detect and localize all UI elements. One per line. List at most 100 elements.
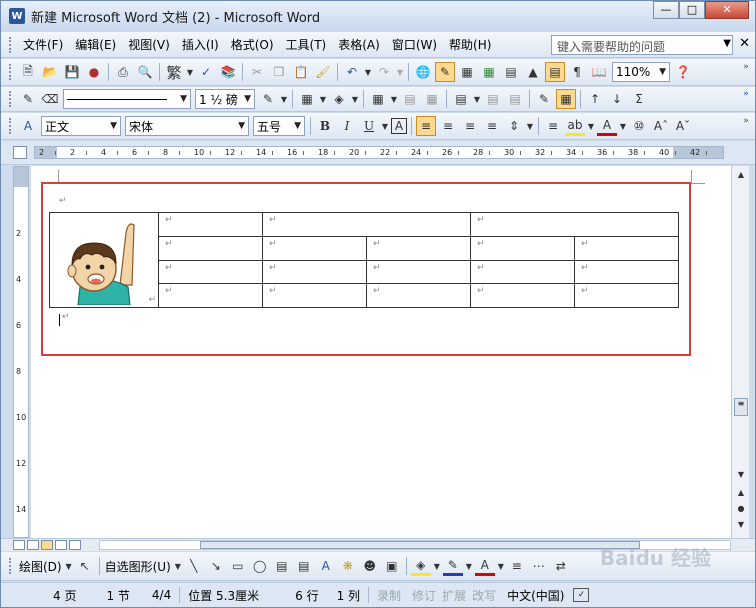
sort-ascending-icon[interactable]: ↑ — [585, 89, 605, 109]
align-right-icon[interactable]: ≡ — [460, 116, 480, 136]
toolbar-grip[interactable] — [9, 118, 12, 134]
show-hide-icon[interactable]: ¶ — [567, 62, 587, 82]
oval-icon[interactable]: ◯ — [250, 556, 270, 576]
menu-format[interactable]: 格式(O) — [225, 36, 280, 53]
dash-style-icon[interactable]: ⋯ — [529, 556, 549, 576]
spelling-status-icon[interactable]: ✓ — [573, 588, 590, 602]
document-page[interactable]: ↵ ↵ ↵ ↵ ↵ ↵ ↵ ↵ ↵ ↵ ↵ ↵ ↵ ↵ ↵ ↵ ↵ ↵ ↵ ↵ … — [31, 166, 731, 538]
chevron-down-icon[interactable]: ▼ — [659, 67, 666, 77]
chevron-down-icon[interactable]: ▼ — [433, 556, 441, 576]
fill-color-icon[interactable]: ◈ — [410, 556, 431, 576]
toolbar-grip[interactable] — [9, 558, 12, 574]
normal-view-icon[interactable] — [13, 540, 25, 550]
cartoon-boy-image[interactable] — [54, 215, 154, 305]
menu-window[interactable]: 窗口(W) — [386, 36, 443, 53]
italic-button[interactable]: I — [337, 116, 357, 136]
table-cell[interactable]: ↵ — [470, 212, 679, 237]
menu-view[interactable]: 视图(V) — [122, 36, 176, 53]
grow-font-icon[interactable]: Aˆ — [651, 116, 671, 136]
next-page-icon[interactable]: ▼ — [734, 518, 748, 532]
arrow-style-icon[interactable]: ⇄ — [551, 556, 571, 576]
cut-icon[interactable]: ✂ — [247, 62, 267, 82]
table-cell[interactable]: ↵ — [262, 235, 367, 261]
web-layout-view-icon[interactable] — [27, 540, 39, 550]
hyperlink-icon[interactable]: 🌐 — [413, 62, 433, 82]
table-cell[interactable]: ↵ — [158, 259, 263, 285]
line-spacing-icon[interactable]: ⇕ — [504, 116, 524, 136]
character-border-button[interactable]: A — [391, 118, 407, 134]
chevron-down-icon[interactable]: ▼ — [526, 116, 534, 136]
paste-icon[interactable]: 📋 — [291, 62, 311, 82]
print-layout-view-icon[interactable] — [41, 540, 53, 550]
font-color-icon[interactable]: A — [474, 556, 495, 576]
spelling-icon[interactable]: ✓ — [196, 62, 216, 82]
underline-button[interactable]: U — [359, 116, 379, 136]
previous-page-icon[interactable]: ▲ — [734, 486, 748, 500]
picture-icon[interactable]: ▣ — [382, 556, 402, 576]
ruler-scale[interactable]: 2 2 4 6 8 10 12 14 16 18 20 22 24 26 28 30 32 34 36 38 40 42 — [34, 146, 724, 159]
font-color-icon[interactable]: A — [597, 116, 617, 136]
status-extend[interactable]: 扩展 — [439, 587, 469, 604]
scroll-up-icon[interactable]: ▲ — [734, 168, 748, 182]
draw-menu[interactable]: 绘图(D) — [17, 558, 64, 575]
print-icon[interactable]: ⎙ — [113, 62, 133, 82]
help-search-input[interactable]: 键入需要帮助的问题 — [551, 35, 733, 55]
tab-selector-icon[interactable] — [13, 146, 27, 159]
sort-descending-icon[interactable]: ↓ — [607, 89, 627, 109]
table-cell[interactable]: ↵ — [366, 235, 471, 261]
status-record[interactable]: 录制 — [369, 587, 409, 604]
outline-view-icon[interactable] — [55, 540, 67, 550]
chevron-down-icon[interactable]: ▼ — [723, 38, 731, 49]
zoom-combo[interactable]: 110% ▼ — [612, 62, 670, 82]
chevron-down-icon[interactable]: ▼ — [587, 116, 595, 136]
chevron-down-icon[interactable]: ▼ — [364, 62, 372, 82]
borders-icon[interactable]: ▦ — [297, 89, 317, 109]
select-objects-icon[interactable]: ↖ — [75, 556, 95, 576]
font-combo[interactable]: 宋体 ▼ — [125, 116, 249, 136]
eraser-icon[interactable]: ⌫ — [40, 89, 60, 109]
status-overtype[interactable]: 改写 — [469, 587, 499, 604]
menu-help[interactable]: 帮助(H) — [443, 36, 497, 53]
chevron-down-icon[interactable]: ▼ — [473, 89, 481, 109]
table-cell[interactable]: ↵ — [366, 259, 471, 285]
chevron-down-icon[interactable]: ▼ — [244, 94, 251, 104]
toolbar-options-icon[interactable]: » — [740, 116, 752, 136]
tables-borders-icon[interactable]: ✎ — [435, 62, 455, 82]
menu-insert[interactable]: 插入(I) — [176, 36, 225, 53]
chevron-down-icon[interactable]: ▼ — [238, 121, 245, 131]
autosum-icon[interactable]: Σ — [629, 89, 649, 109]
line-color-icon[interactable]: ✎ — [442, 556, 463, 576]
justify-icon[interactable]: ≡ — [482, 116, 502, 136]
save-icon[interactable]: 💾 — [62, 62, 82, 82]
drawing-icon[interactable]: ▲ — [523, 62, 543, 82]
format-painter-icon[interactable]: 🖌 — [313, 62, 333, 82]
chevron-down-icon[interactable]: ▼ — [186, 62, 194, 82]
shrink-font-icon[interactable]: Aˇ — [673, 116, 693, 136]
insert-table-icon[interactable]: ▦ — [457, 62, 477, 82]
wordart-icon[interactable]: A — [316, 556, 336, 576]
research-icon[interactable]: 📚 — [218, 62, 238, 82]
chevron-down-icon[interactable]: ▼ — [294, 121, 301, 131]
chevron-down-icon[interactable]: ▼ — [174, 556, 182, 576]
menu-table[interactable]: 表格(A) — [332, 36, 386, 53]
styles-pane-icon[interactable]: A — [18, 116, 38, 136]
menu-tools[interactable]: 工具(T) — [280, 36, 333, 53]
line-style-icon[interactable]: ≡ — [507, 556, 527, 576]
menu-file[interactable]: 文件(F) — [17, 36, 69, 53]
merge-cells-icon[interactable]: ▤ — [400, 89, 420, 109]
insert-table-icon[interactable]: ▦ — [368, 89, 388, 109]
table-cell[interactable]: ↵ — [470, 259, 575, 285]
scroll-thumb[interactable]: ≡ — [734, 398, 748, 416]
select-browse-object-icon[interactable]: ● — [734, 502, 748, 516]
chevron-down-icon[interactable]: ▼ — [351, 89, 359, 109]
line-icon[interactable]: ╲ — [184, 556, 204, 576]
toolbar-grip[interactable] — [9, 91, 12, 107]
show-gridlines-icon[interactable]: ▦ — [556, 89, 576, 109]
word-app-icon[interactable]: W — [9, 8, 25, 24]
align-cell-icon[interactable]: ▤ — [451, 89, 471, 109]
vertical-text-box-icon[interactable]: ▤ — [294, 556, 314, 576]
chevron-down-icon[interactable]: ▼ — [319, 89, 327, 109]
rectangle-icon[interactable]: ▭ — [228, 556, 248, 576]
reading-view-icon[interactable] — [69, 540, 81, 550]
chevron-down-icon[interactable]: ▼ — [180, 94, 187, 104]
